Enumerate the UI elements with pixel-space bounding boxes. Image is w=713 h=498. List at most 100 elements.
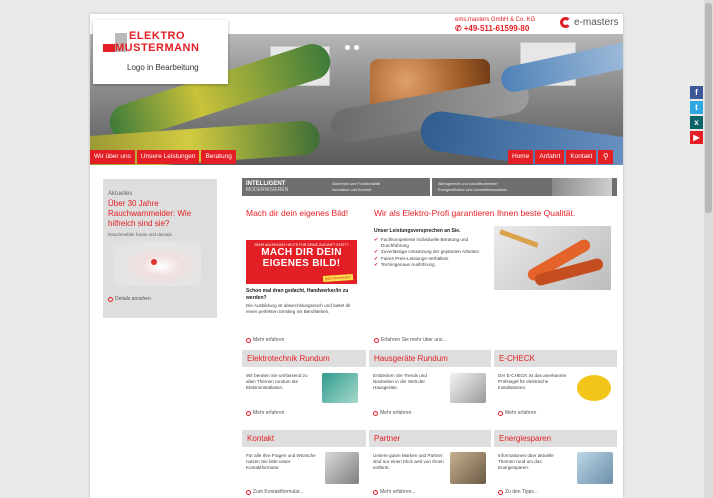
company-logo[interactable]: ELEKTRO MUSTERMANN Logo in Bearbeitung (93, 20, 228, 84)
search-icon[interactable]: ⚲ (598, 150, 614, 164)
phone-number[interactable]: ✆ +49-511-61599-80 (455, 24, 529, 33)
arrow-circle-icon (374, 337, 379, 343)
tile-text: Unsere guten Marken und Partner sind nur… (373, 453, 444, 470)
banner-col-1: Sicherheit und Funktionalität Innovation… (332, 181, 430, 193)
pliers-image (494, 226, 611, 290)
nav-item-directions[interactable]: Anfahrt (535, 150, 565, 164)
tile-title[interactable]: Elektrotechnik Rundum (242, 350, 366, 367)
company-name: ems.masters GmbH & Co. KG (455, 17, 536, 23)
twitter-icon[interactable]: t (690, 101, 703, 114)
emasters-mark-icon (560, 17, 571, 28)
arrow-circle-icon (246, 489, 251, 495)
tile-title[interactable]: Kontakt (242, 430, 366, 447)
scrollbar-thumb[interactable] (705, 3, 712, 213)
tile-image (325, 452, 359, 484)
slider-dot[interactable] (354, 45, 359, 50)
nav-item-contact[interactable]: Kontakt (566, 150, 597, 164)
quality-intro: Unser Leistungsversprechen an Sie. (374, 228, 461, 234)
tile-more-link[interactable]: Mehr erfahren (246, 410, 284, 416)
news-title[interactable]: Über 30 Jahre Rauchwarnmelder: Wie hilfr… (108, 199, 212, 229)
arrow-circle-icon (373, 410, 378, 416)
banner-col-2: Altersgerecht und zukunftsorientiert Ene… (432, 181, 552, 193)
tile-title[interactable]: E-CHECK (494, 350, 617, 367)
facebook-icon[interactable]: f (690, 86, 703, 99)
emasters-brand: e-masters (574, 17, 619, 28)
slider-dots[interactable] (345, 45, 359, 50)
tile-more-link[interactable]: Zu den Tipps... (498, 489, 538, 495)
xing-icon[interactable]: x (690, 116, 703, 129)
news-subtitle: Rauchmelder heute und damals (108, 232, 172, 237)
scrollbar[interactable] (704, 0, 713, 498)
nav-item-services[interactable]: Unsere Leistungen (136, 150, 200, 164)
tile-more-label: Mehr erfahren (380, 410, 412, 416)
news-more-label: Details ansehen (115, 296, 151, 302)
tile-title[interactable]: Partner (369, 430, 491, 447)
banner-image (552, 178, 612, 196)
tile-more-label: Mehr erfahren (505, 410, 537, 416)
quality-item: Fachkompetente individuelle Beratung und… (374, 237, 492, 249)
nav-item-home[interactable]: Home (508, 150, 534, 164)
social-bar: f t x ▶ (690, 86, 703, 144)
tile-title[interactable]: Hausgeräte Rundum (369, 350, 491, 367)
tile-image (577, 452, 613, 484)
promo-big-text: MACH DIR DEIN EIGENES BILD! (261, 247, 342, 269)
tile-text: Entdecken Sie Trends und Neuheiten in de… (373, 373, 427, 390)
quality-more-label: Erfahren Sie mehr über uns... (381, 337, 447, 343)
main-nav-left: Wir über uns Unsere Leistungen Beratung (90, 150, 236, 164)
nav-item-advice[interactable]: Beratung (201, 150, 236, 164)
quality-more-link[interactable]: Erfahren Sie mehr über uns... (374, 337, 447, 343)
nav-item-about[interactable]: Wir über uns (90, 150, 135, 164)
tile-more-label: Mehr erfahren... (380, 489, 416, 495)
tile-image (322, 373, 358, 403)
tile-text: Der E-CHECK ist das anerkannte Prüfsiege… (498, 373, 567, 390)
logo-red-square (103, 44, 115, 52)
tile-more-link[interactable]: Mehr erfahren (373, 410, 411, 416)
tile-text: Informationen über aktuelle Themen rund … (498, 453, 554, 470)
echeck-logo (577, 375, 611, 401)
tile-image (450, 373, 486, 403)
arrow-circle-icon (246, 337, 251, 343)
banner-title-2: MODERNISIEREN (246, 187, 289, 193)
phone-icon: ✆ (455, 24, 462, 33)
quality-heading: Wir als Elektro-Profi garantieren Ihnen … (374, 208, 576, 218)
career-heading: Mach dir dein eigenes Bild! (246, 208, 349, 218)
career-more-label: Mehr erfahren (253, 337, 285, 343)
smoke-detector-image (113, 241, 201, 286)
tile-text: Wir beraten Sie umfassend zu allen Theme… (246, 373, 308, 390)
tile-more-label: Mehr erfahren (253, 410, 285, 416)
tile-more-label: Zu den Tipps... (505, 489, 539, 495)
tile-more-link[interactable]: Zum Kontaktformular... (246, 489, 304, 495)
logo-line-2: MUSTERMANN (115, 42, 200, 54)
career-question: Schon mal dran gedacht, Handwerker/in zu… (246, 288, 349, 301)
promo-tag: jetzt informieren! (322, 273, 354, 283)
news-label: Aktuelles (108, 191, 133, 197)
quality-item: Termingenaue Ausführung (374, 262, 492, 268)
main-nav-right: Home Anfahrt Kontakt ⚲ (508, 150, 614, 164)
modernize-banner[interactable]: INTELLIGENT MODERNISIEREN Sicherheit und… (242, 178, 617, 196)
slider-dot[interactable] (345, 45, 350, 50)
wire-strand (499, 229, 539, 248)
tile-more-link[interactable]: Mehr erfahren (498, 410, 536, 416)
arrow-circle-icon (373, 489, 378, 495)
arrow-circle-icon (246, 410, 251, 416)
career-text: Die Ausbildung ist abwechslungsreich und… (246, 303, 351, 314)
career-promo[interactable]: SEHR ANLEIHUNG HEUTE FÜR DEINE ZUKUNFT S… (246, 240, 357, 284)
arrow-circle-icon (108, 296, 113, 302)
arrow-circle-icon (498, 410, 503, 416)
news-more-link[interactable]: Details ansehen (108, 296, 212, 302)
youtube-icon[interactable]: ▶ (690, 131, 703, 144)
logo-subtitle: Logo in Bearbeitung (127, 63, 199, 72)
career-more-link[interactable]: Mehr erfahren (246, 337, 284, 343)
banner-point: Energieeffizienz und Umweltbewusstsein (438, 188, 507, 192)
tile-more-label: Zum Kontaktformular... (253, 489, 304, 495)
tile-more-link[interactable]: Mehr erfahren... (373, 489, 416, 495)
emasters-logo[interactable]: e-masters (560, 17, 618, 28)
arrow-circle-icon (498, 489, 503, 495)
logo-line-1: ELEKTRO (129, 30, 186, 42)
tile-title[interactable]: Energiesparen (494, 430, 617, 447)
news-panel: Aktuelles Über 30 Jahre Rauchwarnmelder:… (103, 179, 217, 318)
phone-text: +49-511-61599-80 (463, 24, 530, 33)
tile-text: Für alle Ihre Fragen und Wünsche nutzen … (246, 453, 316, 470)
banner-title: INTELLIGENT MODERNISIEREN (242, 181, 332, 193)
quality-list: Fachkompetente individuelle Beratung und… (374, 237, 492, 268)
